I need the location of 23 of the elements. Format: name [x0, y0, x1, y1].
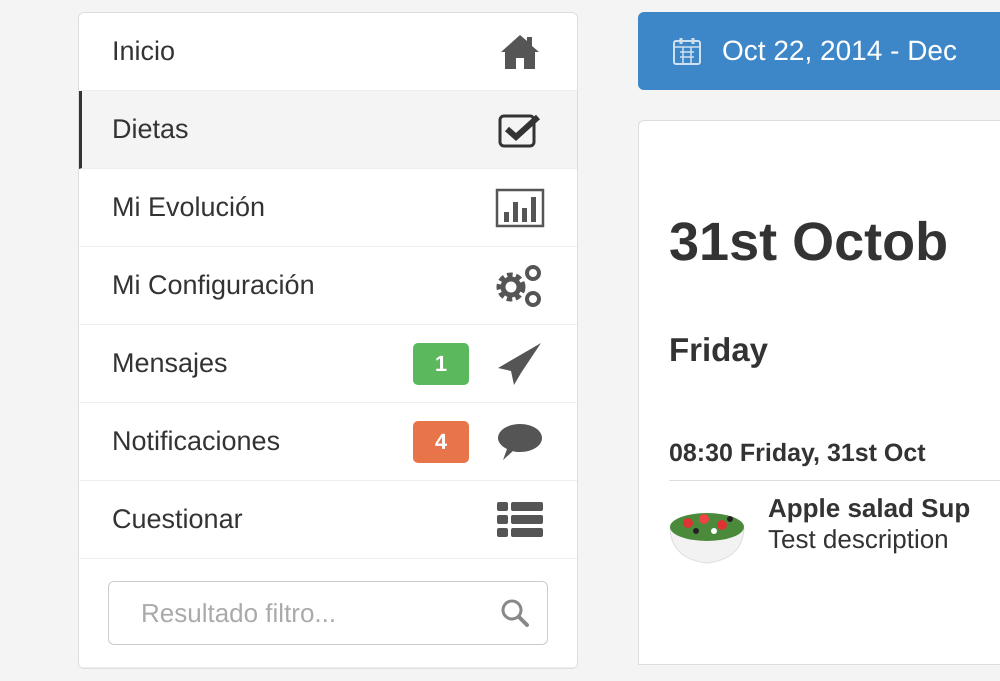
search-field[interactable]: Resultado filtro...: [108, 581, 548, 645]
count-badge: 4: [413, 420, 469, 462]
bar-chart-icon: [495, 188, 545, 228]
count-badge: 1: [413, 342, 469, 384]
list-icon: [497, 502, 543, 538]
checkbox-icon: [498, 112, 542, 148]
sidebar-item[interactable]: Cuestionar: [79, 481, 577, 559]
speech-bubble-icon: [497, 422, 543, 462]
meal-time: 08:30 Friday, 31st Oct: [669, 439, 1000, 481]
sidebar-item[interactable]: Dietas: [79, 91, 577, 169]
calendar-icon: [672, 36, 702, 66]
home-icon: [499, 32, 541, 70]
date-heading: 31st Octob: [669, 211, 950, 273]
sidebar-item[interactable]: Mi Configuración: [79, 247, 577, 325]
sidebar-item[interactable]: Mensajes 1: [79, 325, 577, 403]
sidebar-item[interactable]: Mi Evolución: [79, 169, 577, 247]
date-range-button[interactable]: Oct 22, 2014 - Dec: [638, 12, 1000, 90]
paper-plane-icon: [497, 342, 543, 386]
search-icon: [500, 598, 530, 628]
meal-description: Test description: [768, 524, 950, 555]
sidebar-item[interactable]: Notificaciones 4: [79, 403, 577, 481]
weekday-heading: Friday: [669, 331, 770, 369]
meal-name: Apple salad Sup: [768, 493, 970, 524]
